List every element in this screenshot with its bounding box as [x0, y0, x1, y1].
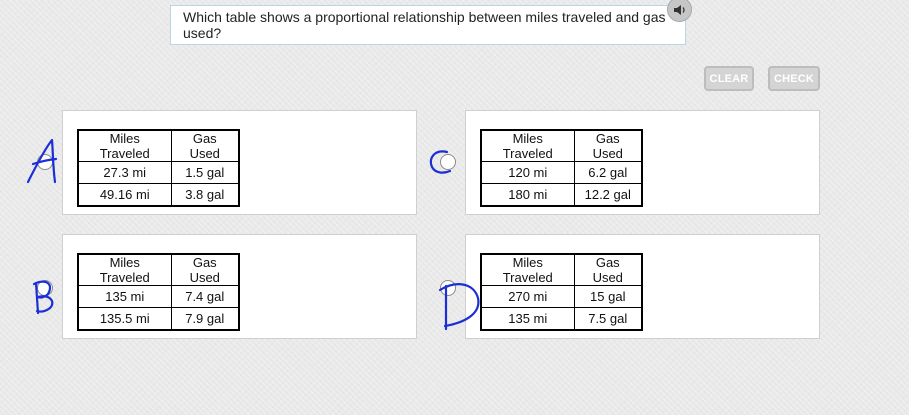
speaker-button[interactable] — [667, 0, 692, 22]
table-row: 27.3 mi 1.5 gal — [77, 161, 240, 184]
cell-gas: 3.8 gal — [170, 183, 240, 206]
option-table-a: Miles Traveled Gas Used 27.3 mi 1.5 gal … — [77, 129, 240, 207]
column-header-gas: Gas Used — [170, 253, 240, 286]
cell-gas: 7.4 gal — [170, 285, 240, 308]
radio-option-d[interactable] — [440, 280, 456, 296]
cell-gas: 6.2 gal — [573, 161, 643, 184]
radio-option-c[interactable] — [440, 154, 456, 170]
option-card-d[interactable]: Miles Traveled Gas Used 270 mi 15 gal 13… — [465, 234, 820, 339]
table-row: 135 mi 7.5 gal — [480, 307, 643, 330]
option-table-d: Miles Traveled Gas Used 270 mi 15 gal 13… — [480, 253, 643, 331]
table-row: 120 mi 6.2 gal — [480, 161, 643, 184]
column-header-gas: Gas Used — [170, 129, 240, 162]
cell-gas: 7.5 gal — [573, 307, 643, 330]
option-card-c[interactable]: Miles Traveled Gas Used 120 mi 6.2 gal 1… — [465, 110, 820, 215]
cell-miles: 180 mi — [480, 183, 575, 206]
table-row: 135.5 mi 7.9 gal — [77, 307, 240, 330]
table-row: 180 mi 12.2 gal — [480, 183, 643, 206]
cell-miles: 135 mi — [480, 307, 575, 330]
cell-miles: 135.5 mi — [77, 307, 172, 330]
cell-miles: 120 mi — [480, 161, 575, 184]
cell-miles: 49.16 mi — [77, 183, 172, 206]
clear-button[interactable]: CLEAR — [704, 66, 754, 91]
radio-option-b[interactable] — [37, 280, 53, 296]
table-header-row: Miles Traveled Gas Used — [77, 253, 240, 286]
speaker-icon — [673, 4, 685, 15]
column-header-miles: Miles Traveled — [77, 253, 172, 286]
question-text: Which table shows a proportional relatio… — [183, 9, 666, 41]
cell-gas: 12.2 gal — [573, 183, 643, 206]
option-card-b[interactable]: Miles Traveled Gas Used 135 mi 7.4 gal 1… — [62, 234, 417, 339]
cell-miles: 270 mi — [480, 285, 575, 308]
table-row: 135 mi 7.4 gal — [77, 285, 240, 308]
table-header-row: Miles Traveled Gas Used — [480, 129, 643, 162]
column-header-gas: Gas Used — [573, 253, 643, 286]
option-card-a[interactable]: Miles Traveled Gas Used 27.3 mi 1.5 gal … — [62, 110, 417, 215]
table-header-row: Miles Traveled Gas Used — [480, 253, 643, 286]
check-button[interactable]: CHECK — [768, 66, 820, 91]
column-header-miles: Miles Traveled — [480, 253, 575, 286]
table-header-row: Miles Traveled Gas Used — [77, 129, 240, 162]
radio-option-a[interactable] — [37, 154, 53, 170]
column-header-gas: Gas Used — [573, 129, 643, 162]
table-row: 49.16 mi 3.8 gal — [77, 183, 240, 206]
cell-gas: 15 gal — [573, 285, 643, 308]
option-table-c: Miles Traveled Gas Used 120 mi 6.2 gal 1… — [480, 129, 643, 207]
cell-gas: 1.5 gal — [170, 161, 240, 184]
cell-miles: 135 mi — [77, 285, 172, 308]
table-row: 270 mi 15 gal — [480, 285, 643, 308]
option-table-b: Miles Traveled Gas Used 135 mi 7.4 gal 1… — [77, 253, 240, 331]
column-header-miles: Miles Traveled — [77, 129, 172, 162]
cell-miles: 27.3 mi — [77, 161, 172, 184]
question-prompt: Which table shows a proportional relatio… — [170, 5, 686, 45]
cell-gas: 7.9 gal — [170, 307, 240, 330]
column-header-miles: Miles Traveled — [480, 129, 575, 162]
